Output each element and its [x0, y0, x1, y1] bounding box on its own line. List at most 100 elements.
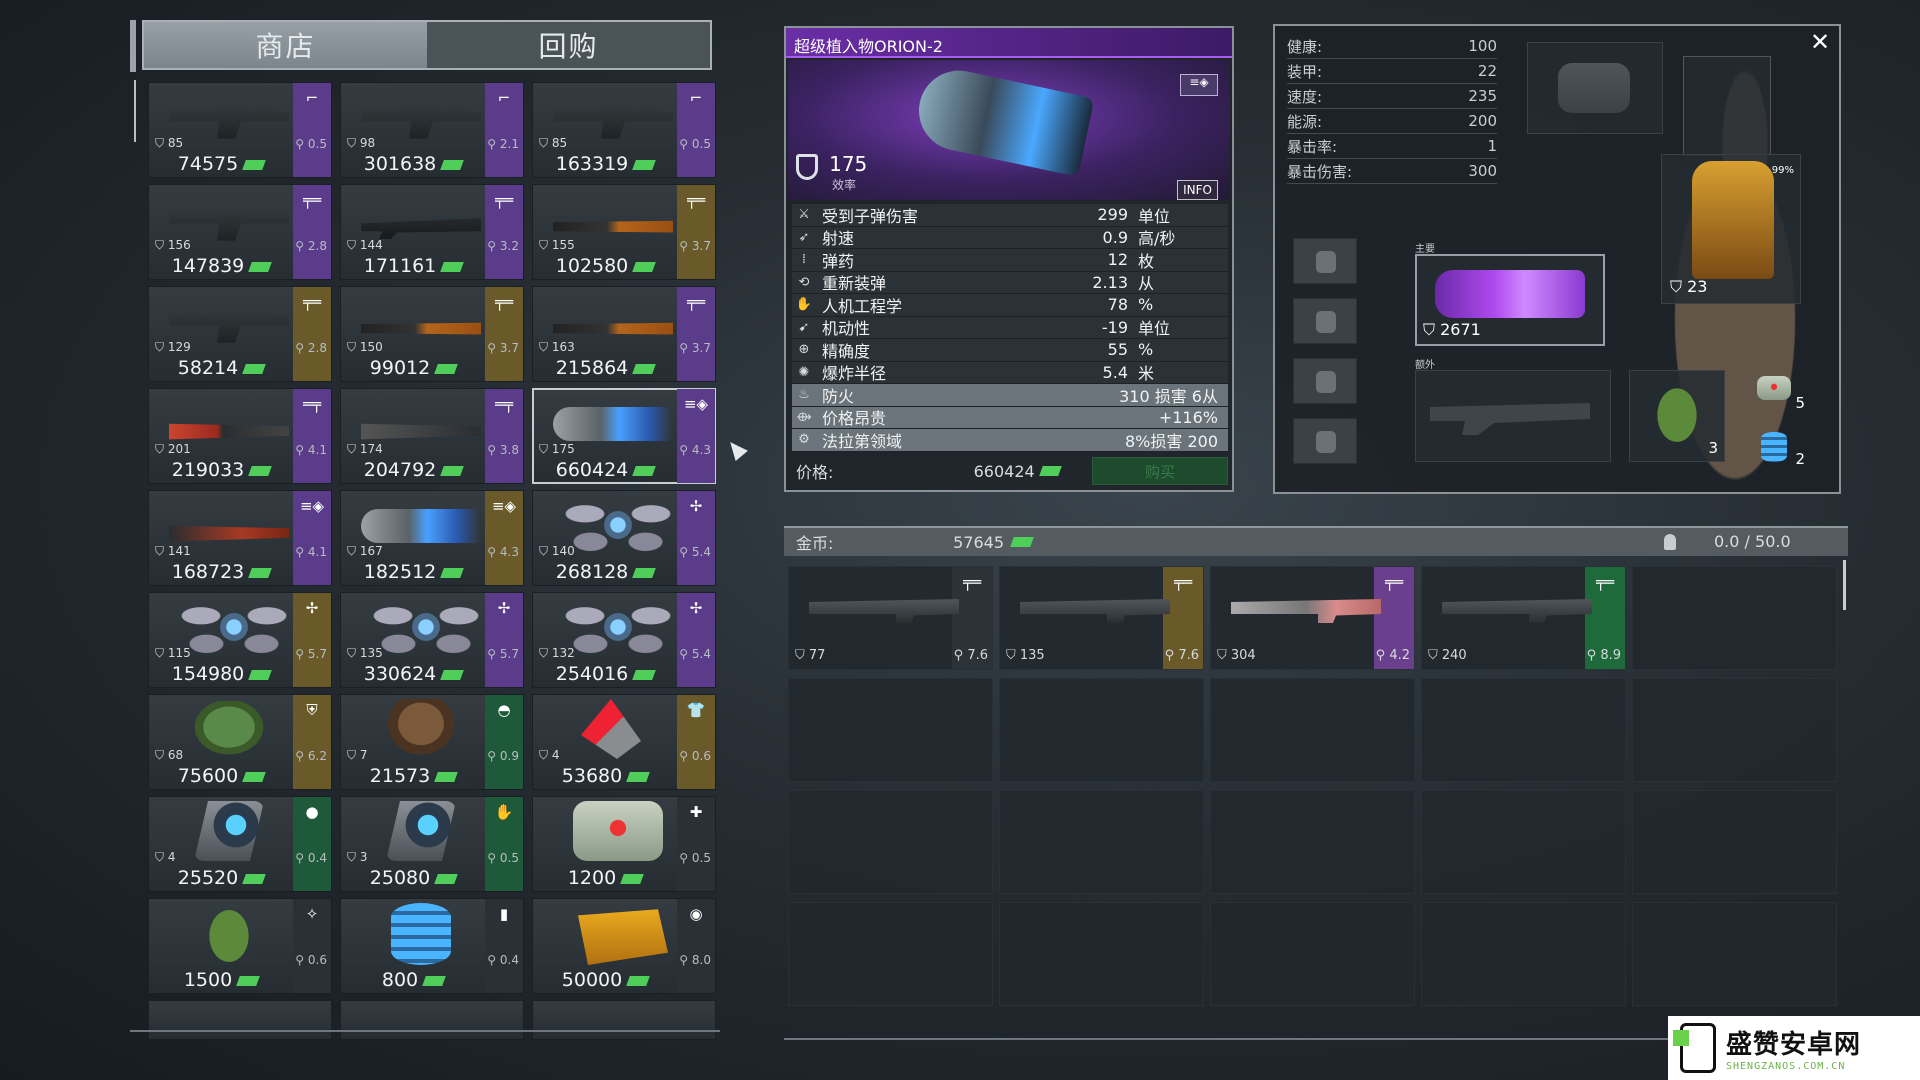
close-icon[interactable]: ✕ [1807, 30, 1833, 56]
rifle-icon: ╤═ [494, 191, 514, 209]
item-weight: ⚲ 5.4 [679, 545, 711, 559]
empty-inventory-slot[interactable] [1421, 678, 1626, 782]
armor-icon: ⛨ [306, 701, 318, 719]
item-price-value: 254016 [555, 663, 629, 685]
implant-slot-1[interactable] [1293, 238, 1357, 284]
drone-icon: ✢ [497, 599, 511, 617]
grenade-slot[interactable]: 3 [1629, 370, 1725, 462]
shop-item[interactable]: ╤═ ⛉ 155 ⚲ 3.7 102580 [532, 184, 716, 280]
item-level-value: 141 [167, 544, 191, 558]
implant-slot-4[interactable] [1293, 418, 1357, 464]
inventory-item[interactable]: ╤═ ⛉ 135 ⚲ 7.6 [999, 566, 1204, 670]
empty-inventory-slot[interactable] [1632, 790, 1837, 894]
armor-slot[interactable]: 99% ⛉ 23 [1661, 154, 1801, 304]
shop-item[interactable]: ╤═ ⛉ 163 ⚲ 3.7 215864 [532, 286, 716, 382]
item-level: ⛉ 201 [155, 442, 191, 456]
stat-unit: 高/秒 [1138, 229, 1176, 249]
empty-inventory-slot[interactable] [1210, 678, 1415, 782]
empty-inventory-slot[interactable] [999, 790, 1204, 894]
extra-weapon-slot[interactable] [1415, 370, 1611, 462]
buy-button[interactable]: 购买 [1092, 457, 1229, 485]
item-image [169, 525, 289, 542]
armor-durability: 99% [1771, 165, 1794, 176]
battery-slot[interactable]: 2 [1753, 426, 1807, 470]
inventory-scrollbar[interactable] [1843, 560, 1846, 610]
empty-inventory-slot[interactable] [788, 678, 993, 782]
shop-item[interactable]: ✧ ⚲ 0.6 1500 [148, 898, 332, 994]
shop-item[interactable]: ✢ ⛉ 135 ⚲ 5.7 330624 [340, 592, 524, 688]
shop-item[interactable]: ✢ ⛉ 115 ⚲ 5.7 154980 [148, 592, 332, 688]
helmet-icon: ◓ [497, 701, 511, 719]
empty-inventory-slot[interactable] [1421, 790, 1626, 894]
inventory-item[interactable]: ╤═ ⛉ 77 ⚲ 7.6 [788, 566, 993, 670]
info-button[interactable]: INFO [1177, 180, 1218, 200]
cash-icon [632, 159, 657, 170]
shop-item[interactable]: ⛨ ⛉ 68 ⚲ 6.2 75600 [148, 694, 332, 790]
shop-item[interactable]: ╤═ ⛉ 156 ⚲ 2.8 147839 [148, 184, 332, 280]
backpack-slot[interactable] [1527, 42, 1663, 134]
shop-item[interactable]: ═╤ ⛉ 201 ⚲ 4.1 219033 [148, 388, 332, 484]
cash-icon [440, 567, 465, 578]
empty-shop-slot[interactable] [532, 1000, 716, 1040]
item-price: 182512 [341, 561, 485, 583]
item-level: ⛉ 129 [155, 340, 191, 354]
shop-item[interactable]: ◓ ⛉ 7 ⚲ 0.9 21573 [340, 694, 524, 790]
item-weight-value: 0.4 [307, 851, 327, 865]
empty-shop-slot[interactable] [340, 1000, 524, 1040]
item-weight: ⚲ 2.8 [295, 239, 327, 253]
main-weapon-slot[interactable]: ⛉ 2671 [1415, 254, 1605, 346]
shop-item[interactable]: ● ⛉ 4 ⚲ 0.4 25520 [148, 796, 332, 892]
empty-inventory-slot[interactable] [1421, 902, 1626, 1006]
empty-inventory-slot[interactable] [1210, 790, 1415, 894]
shop-item[interactable]: ╤═ ⛉ 129 ⚲ 2.8 58214 [148, 286, 332, 382]
weight-icon [1664, 534, 1676, 550]
item-image [386, 801, 456, 861]
shop-item[interactable]: ≡◈ ⛉ 167 ⚲ 4.3 182512 [340, 490, 524, 586]
pistol-icon: ⌐ [497, 89, 511, 107]
shop-item[interactable]: ≡◈ ⛉ 141 ⚲ 4.1 168723 [148, 490, 332, 586]
item-price: 25080 [341, 867, 485, 889]
empty-inventory-slot[interactable] [1632, 678, 1837, 782]
medkit-slot[interactable]: 5 [1753, 370, 1807, 414]
shop-item[interactable]: ✢ ⛉ 132 ⚲ 5.4 254016 [532, 592, 716, 688]
empty-inventory-slot[interactable] [788, 790, 993, 894]
item-level-value: 135 [359, 646, 383, 660]
damage-icon: ⚔ [798, 207, 810, 223]
shop-item[interactable]: ⌐ ⛉ 85 ⚲ 0.5 74575 [148, 82, 332, 178]
empty-inventory-slot[interactable] [999, 902, 1204, 1006]
shop-item[interactable]: ═╤ ⛉ 174 ⚲ 3.8 204792 [340, 388, 524, 484]
inventory-item[interactable]: ╤═ ⛉ 240 ⚲ 8.9 [1421, 566, 1626, 670]
implant-slot-2[interactable] [1293, 298, 1357, 344]
item-level-value: 4 [551, 748, 560, 762]
implant-slot-3[interactable] [1293, 358, 1357, 404]
shop-item[interactable]: ◉ ⚲ 8.0 50000 [532, 898, 716, 994]
head-slot[interactable] [1683, 56, 1771, 156]
tab-buyback[interactable]: 回购 [427, 22, 710, 68]
empty-inventory-slot[interactable] [999, 678, 1204, 782]
empty-inventory-slot[interactable] [788, 902, 993, 1006]
shop-item[interactable]: ⌐ ⛉ 85 ⚲ 0.5 163319 [532, 82, 716, 178]
empty-inventory-slot[interactable] [1632, 566, 1837, 670]
shop-item[interactable]: ╤═ ⛉ 144 ⚲ 3.2 171161 [340, 184, 524, 280]
item-level: ⛉ 167 [347, 544, 383, 558]
shop-item[interactable]: ≡◈ ⛉ 175 ⚲ 4.3 660424 [532, 388, 716, 484]
empty-shop-slot[interactable] [148, 1000, 332, 1040]
item-price: 99012 [341, 357, 485, 379]
item-level: ⛉ 175 [539, 442, 575, 456]
item-level-value: 132 [551, 646, 575, 660]
shop-item[interactable]: ╤═ ⛉ 150 ⚲ 3.7 99012 [340, 286, 524, 382]
stat-value: 55 [1107, 340, 1128, 360]
shop-item[interactable]: ✋ ⛉ 3 ⚲ 0.5 25080 [340, 796, 524, 892]
shop-item[interactable]: ✢ ⛉ 140 ⚲ 5.4 268128 [532, 490, 716, 586]
empty-inventory-slot[interactable] [1632, 902, 1837, 1006]
medkit-icon: ✚ [689, 803, 703, 821]
empty-inventory-slot[interactable] [1210, 902, 1415, 1006]
shop-item[interactable]: ▮ ⚲ 0.4 800 [340, 898, 524, 994]
shop-item[interactable]: 👕 ⛉ 4 ⚲ 0.6 53680 [532, 694, 716, 790]
tab-shop[interactable]: 商店 [144, 22, 427, 68]
shop-scrollbar[interactable] [134, 80, 136, 142]
item-image [361, 108, 481, 139]
shop-item[interactable]: ⌐ ⛉ 98 ⚲ 2.1 301638 [340, 82, 524, 178]
shop-item[interactable]: ✚ ⚲ 0.5 1200 [532, 796, 716, 892]
inventory-item[interactable]: ╤═ ⛉ 304 ⚲ 4.2 [1210, 566, 1415, 670]
